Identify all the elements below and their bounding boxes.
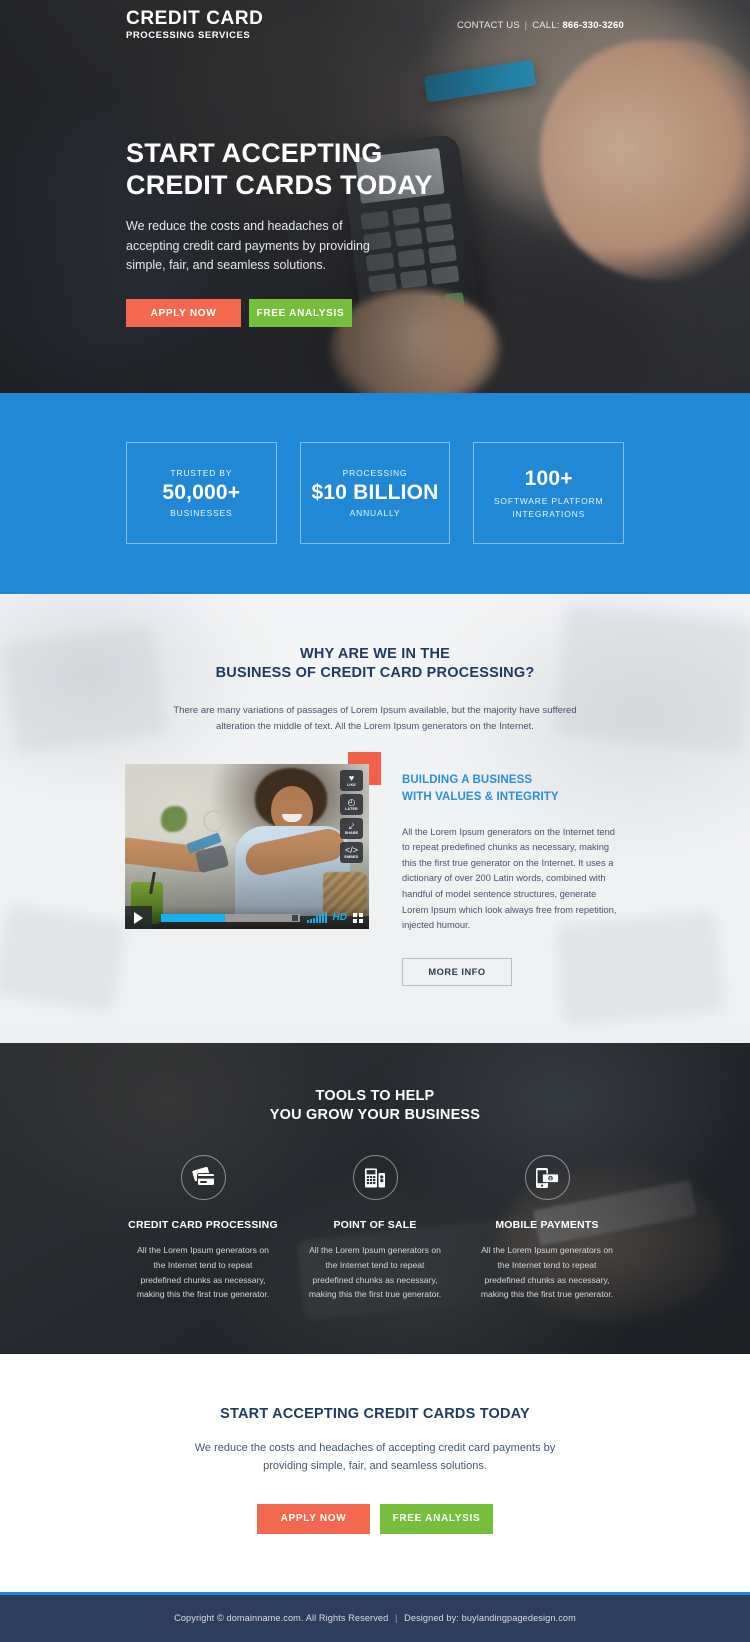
stat-card-processing: PROCESSING $10 BILLION ANNUALLY bbox=[299, 442, 451, 544]
video-embed-button[interactable]: </> EMBED bbox=[340, 842, 363, 864]
tools-title-line1: TOOLS TO HELP bbox=[315, 1087, 435, 1104]
video-controls-bar: HD bbox=[125, 906, 369, 930]
cta-text: We reduce the costs and headaches of acc… bbox=[194, 1441, 556, 1472]
why-subtitle: BUILDING A BUSINESS WITH VALUES & INTEGR… bbox=[402, 772, 625, 804]
mobile-payment-icon: $ bbox=[524, 1155, 570, 1201]
cta-section: START ACCEPTING CREDIT CARDS TODAY We re… bbox=[0, 1353, 750, 1592]
contact-info[interactable]: CONTACT US | CALL: 866-330-3260 bbox=[457, 20, 624, 31]
video-progress-handle[interactable] bbox=[291, 914, 298, 921]
hero-section: CREDIT CARD PROCESSING SERVICES CONTACT … bbox=[0, 0, 750, 393]
tools-section: TOOLS TO HELP YOU GROW YOUR BUSINESS CRE… bbox=[0, 1042, 750, 1354]
why-columns: ♥ LIKE ◴ LATER ⤦ SHARE </> EMBED HD BUIL… bbox=[125, 752, 625, 986]
video-share-label: SHARE bbox=[344, 830, 359, 835]
clock-icon: ◴ bbox=[347, 796, 356, 807]
video-progress-fill bbox=[161, 913, 225, 922]
video-overlay bbox=[125, 764, 369, 930]
hero-subtitle: We reduce the costs and headaches of acc… bbox=[126, 219, 370, 272]
stats-row: TRUSTED BY 50,000+ BUSINESSES PROCESSING… bbox=[126, 442, 625, 544]
tool-description: All the Lorem Ipsum generators on the In… bbox=[136, 1245, 270, 1300]
code-icon: </> bbox=[344, 844, 358, 855]
point-of-sale-icon bbox=[352, 1155, 398, 1201]
contact-us-label: CONTACT US bbox=[456, 19, 520, 31]
video-like-label: LIKE bbox=[347, 782, 356, 787]
video-side-buttons: ♥ LIKE ◴ LATER ⤦ SHARE </> EMBED bbox=[340, 770, 363, 864]
logo-title: CREDIT CARD bbox=[126, 7, 264, 29]
stats-section: TRUSTED BY 50,000+ BUSINESSES PROCESSING… bbox=[0, 393, 750, 594]
video-later-button[interactable]: ◴ LATER bbox=[340, 794, 363, 816]
cta-apply-now-button[interactable]: APPLY NOW bbox=[257, 1503, 370, 1534]
site-header: CREDIT CARD PROCESSING SERVICES CONTACT … bbox=[0, 0, 750, 50]
stat-card-integrations: 100+ SOFTWARE PLATFORM INTEGRATIONS bbox=[473, 442, 625, 544]
video-player[interactable]: ♥ LIKE ◴ LATER ⤦ SHARE </> EMBED HD bbox=[125, 764, 369, 930]
stat-top-label: TRUSTED BY bbox=[170, 467, 233, 478]
tool-name: POINT OF SALE bbox=[333, 1219, 417, 1232]
cta-title: START ACCEPTING CREDIT CARDS TODAY bbox=[220, 1405, 530, 1422]
video-later-label: LATER bbox=[345, 806, 358, 811]
stat-top-label: PROCESSING bbox=[342, 467, 408, 478]
video-like-button[interactable]: ♥ LIKE bbox=[340, 770, 363, 792]
why-title-line1: WHY ARE WE IN THE bbox=[299, 646, 450, 662]
tools-title: TOOLS TO HELP YOU GROW YOUR BUSINESS bbox=[0, 1087, 750, 1126]
tool-mobile-payments[interactable]: $ MOBILE PAYMENTS All the Lorem Ipsum ge… bbox=[464, 1155, 630, 1301]
stat-value: $10 BILLION bbox=[311, 480, 439, 504]
stat-value: 100+ bbox=[524, 467, 573, 491]
landing-page: CREDIT CARD PROCESSING SERVICES CONTACT … bbox=[0, 0, 750, 1642]
hero-content: START ACCEPTING CREDIT CARDS TODAY We re… bbox=[126, 138, 546, 328]
contact-separator: | bbox=[524, 19, 528, 31]
stat-value: 50,000+ bbox=[162, 480, 241, 504]
stat-card-trusted-by: TRUSTED BY 50,000+ BUSINESSES bbox=[126, 442, 277, 544]
logo[interactable]: CREDIT CARD PROCESSING SERVICES bbox=[126, 7, 264, 42]
footer-copyright: Copyright © domainname.com. All Rights R… bbox=[174, 1613, 389, 1624]
apply-now-button[interactable]: APPLY NOW bbox=[126, 299, 241, 328]
tool-description: All the Lorem Ipsum generators on the In… bbox=[480, 1245, 614, 1300]
hero-buttons: APPLY NOW FREE ANALYSIS bbox=[126, 299, 546, 328]
hd-badge[interactable]: HD bbox=[333, 912, 347, 923]
more-info-button[interactable]: MORE INFO bbox=[402, 957, 512, 986]
play-icon bbox=[134, 911, 143, 924]
logo-subtitle: PROCESSING SERVICES bbox=[126, 30, 251, 42]
stat-bottom-label-line2: INTEGRATIONS bbox=[512, 508, 586, 519]
why-text-column: BUILDING A BUSINESS WITH VALUES & INTEGR… bbox=[402, 764, 625, 986]
stat-bottom-label: BUSINESSES bbox=[170, 508, 233, 519]
cta-buttons: APPLY NOW FREE ANALYSIS bbox=[0, 1503, 750, 1534]
volume-icon[interactable] bbox=[306, 912, 327, 924]
stat-bottom-label-line1: SOFTWARE PLATFORM bbox=[493, 495, 604, 506]
footer-text: Copyright © domainname.com. All Rights R… bbox=[174, 1613, 576, 1623]
video-embed-label: EMBED bbox=[344, 854, 359, 859]
footer-separator: | bbox=[394, 1613, 398, 1624]
tool-name: MOBILE PAYMENTS bbox=[495, 1219, 599, 1232]
why-lead-paragraph: There are many variations of passages of… bbox=[173, 705, 577, 732]
hero-title-line2: CREDIT CARDS TODAY bbox=[126, 169, 433, 200]
heart-icon: ♥ bbox=[348, 772, 355, 783]
hero-title-line1: START ACCEPTING bbox=[126, 138, 383, 168]
footer-designed-by[interactable]: Designed by: buylandingpagedesign.com bbox=[404, 1613, 576, 1623]
tool-point-of-sale[interactable]: POINT OF SALE All the Lorem Ipsum genera… bbox=[292, 1155, 458, 1301]
why-section: WHY ARE WE IN THE BUSINESS OF CREDIT CAR… bbox=[0, 594, 750, 1043]
video-column: ♥ LIKE ◴ LATER ⤦ SHARE </> EMBED HD bbox=[125, 752, 381, 930]
why-title-line2: BUSINESS OF CREDIT CARD PROCESSING? bbox=[215, 664, 535, 681]
fullscreen-icon[interactable] bbox=[353, 912, 363, 923]
credit-card-icon bbox=[180, 1155, 226, 1201]
site-footer: Copyright © domainname.com. All Rights R… bbox=[0, 1591, 750, 1642]
tool-name: CREDIT CARD PROCESSING bbox=[128, 1219, 278, 1232]
hero-title: START ACCEPTING CREDIT CARDS TODAY bbox=[126, 138, 546, 201]
stat-bottom-label: ANNUALLY bbox=[349, 508, 401, 519]
call-label: CALL: bbox=[532, 19, 560, 31]
video-progress-bar[interactable] bbox=[161, 913, 300, 922]
phone-number[interactable]: 866-330-3260 bbox=[562, 20, 624, 31]
why-subtitle-line1: BUILDING A BUSINESS bbox=[402, 774, 533, 787]
tool-description: All the Lorem Ipsum generators on the In… bbox=[308, 1245, 442, 1300]
video-share-button[interactable]: ⤦ SHARE bbox=[340, 818, 363, 840]
why-subtitle-line2: WITH VALUES & INTEGRITY bbox=[402, 790, 559, 803]
tools-columns: CREDIT CARD PROCESSING All the Lorem Ips… bbox=[120, 1155, 630, 1301]
cta-free-analysis-button[interactable]: FREE ANALYSIS bbox=[380, 1503, 493, 1534]
free-analysis-button[interactable]: FREE ANALYSIS bbox=[249, 299, 352, 328]
why-title: WHY ARE WE IN THE BUSINESS OF CREDIT CAR… bbox=[0, 645, 750, 682]
tools-title-line2: YOU GROW YOUR BUSINESS bbox=[269, 1107, 481, 1124]
tool-credit-card-processing[interactable]: CREDIT CARD PROCESSING All the Lorem Ips… bbox=[120, 1155, 286, 1301]
play-button[interactable] bbox=[125, 906, 152, 930]
share-icon: ⤦ bbox=[348, 820, 355, 831]
why-body-text: All the Lorem Ipsum generators on the In… bbox=[402, 826, 617, 931]
